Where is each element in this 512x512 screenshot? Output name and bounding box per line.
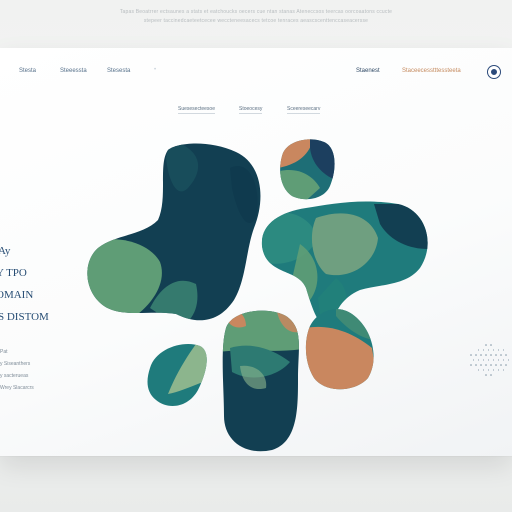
dot-mark [492, 369, 494, 371]
dot-mark [477, 369, 479, 371]
dot-mark [485, 364, 487, 366]
dot-mark [490, 374, 492, 376]
dot-mark [490, 364, 492, 366]
sidebar-text-line: Pat [0, 349, 8, 355]
caption-line: Tapas Beoatrrer ectsaunes a stats et eat… [119, 9, 393, 15]
dot-mark [487, 369, 489, 371]
dot-mark [507, 359, 509, 361]
dot-mark [470, 354, 472, 356]
hero-heading-line: OMAIN [0, 289, 34, 301]
dot-mark [485, 374, 487, 376]
sidebar-text-line: y Siseanthers [0, 361, 31, 367]
hero-heading: Ay Y TPO OMAIN S DISTOM [0, 240, 60, 328]
dot-mark [497, 369, 499, 371]
dot-pattern-decoration [470, 344, 510, 380]
dot-mark [497, 359, 499, 361]
dot-mark [495, 354, 497, 356]
dot-mark [490, 354, 492, 356]
dot-mark [487, 349, 489, 351]
dot-mark [485, 354, 487, 356]
blob-shape [280, 139, 335, 200]
dot-mark [487, 359, 489, 361]
blob-shape [147, 344, 207, 406]
dot-mark [482, 359, 484, 361]
dot-mark [482, 349, 484, 351]
dot-mark [485, 344, 487, 346]
dot-mark [502, 349, 504, 351]
dot-mark [502, 359, 504, 361]
dot-mark [470, 364, 472, 366]
blob-shape [305, 309, 374, 390]
blob-shape [222, 310, 299, 452]
dot-mark [472, 359, 474, 361]
hero-heading-line: Ay [0, 245, 11, 257]
dot-mark [480, 354, 482, 356]
dot-mark [475, 354, 477, 356]
dot-mark [505, 354, 507, 356]
dot-mark [500, 354, 502, 356]
dot-mark [492, 359, 494, 361]
dot-mark [480, 364, 482, 366]
hero-artwork [87, 139, 428, 452]
caption-line: stepeer taccinedcaeteetcecee weccteneesa… [143, 18, 369, 24]
sidebar-text: Pat y Siseanthers y sacterueas Wrey Slac… [0, 346, 60, 394]
dot-mark [490, 344, 492, 346]
dot-mark [492, 349, 494, 351]
blob-shape [87, 143, 261, 321]
page-caption: Tapas Beoatrrer ectsaunes a stats et eat… [0, 8, 512, 26]
hero-heading-line: Y TPO [0, 267, 27, 279]
browser-window: Stesta Steeessta Stesesta • Staenest Sta… [0, 48, 512, 456]
dot-mark [477, 349, 479, 351]
dot-mark [495, 364, 497, 366]
dot-mark [500, 364, 502, 366]
dot-mark [482, 369, 484, 371]
dot-mark [475, 364, 477, 366]
dot-mark [502, 369, 504, 371]
sidebar-text-line: Wrey Slacarcrs [0, 385, 34, 391]
dot-mark [477, 359, 479, 361]
dot-mark [505, 364, 507, 366]
sidebar-text-line: y sacterueas [0, 373, 29, 379]
hero-heading-line: S DISTOM [0, 311, 49, 323]
dot-mark [497, 349, 499, 351]
